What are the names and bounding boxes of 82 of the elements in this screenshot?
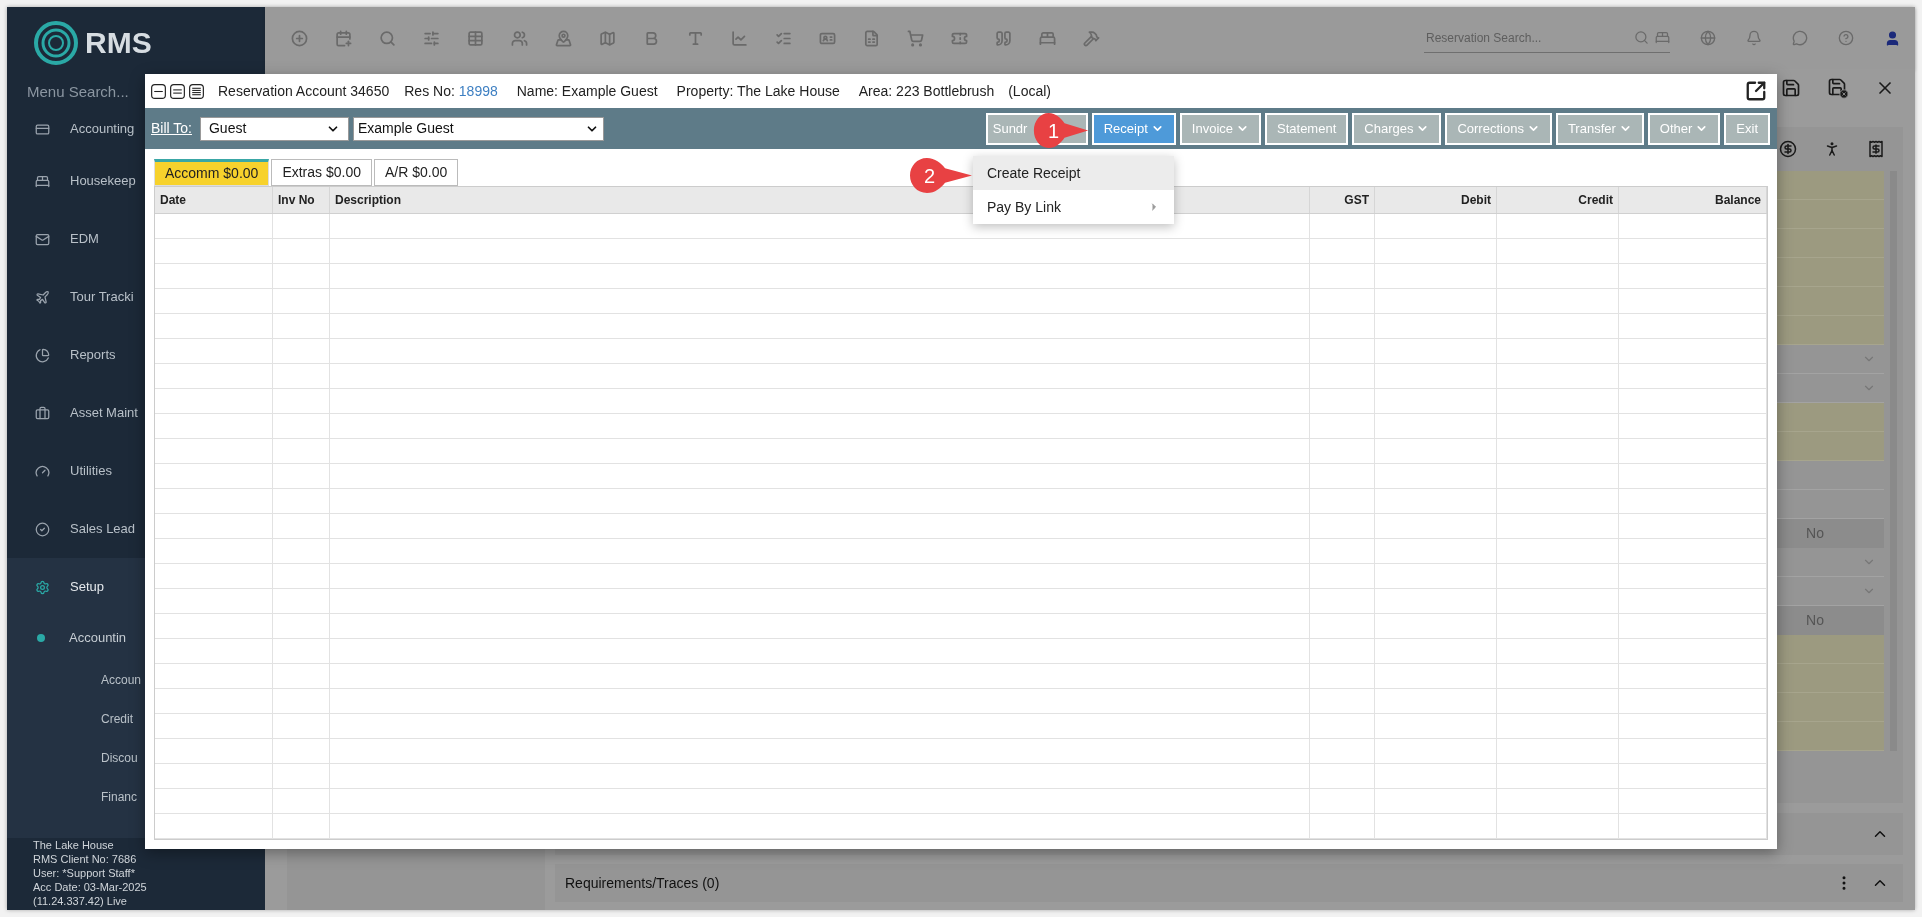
column-header: GST: [1310, 187, 1375, 213]
settings-icon: [35, 579, 50, 595]
type-icon[interactable]: [687, 29, 704, 47]
column-header: Debit: [1375, 187, 1497, 213]
chat-icon[interactable]: [1792, 30, 1808, 46]
bed-icon[interactable]: [1039, 29, 1056, 47]
mail-icon: [35, 231, 50, 247]
receipt-icon[interactable]: [1867, 140, 1885, 159]
logo-text: RMS: [85, 25, 152, 62]
reservation-search-field[interactable]: Reservation Search...: [1424, 23, 1670, 53]
window-icon[interactable]: [170, 83, 185, 99]
money-bag-icon[interactable]: [1779, 140, 1797, 159]
gauge-icon: [35, 463, 50, 479]
property-name: Property: The Lake House: [676, 81, 840, 101]
panel-title: Requirements/Traces (0): [565, 873, 721, 893]
help-icon[interactable]: [1838, 30, 1854, 46]
calendar-icon[interactable]: [335, 29, 352, 47]
column-header: Credit: [1497, 187, 1619, 213]
sidebar-subitem[interactable]: Accountin: [7, 616, 265, 660]
footer-text: (11.24.337.42) Live: [33, 894, 128, 908]
column-header: Date: [155, 187, 273, 213]
step-marker: 1: [1033, 112, 1089, 149]
window-icon[interactable]: [151, 83, 166, 99]
bold-icon[interactable]: [643, 29, 660, 47]
sidebar-item[interactable]: Asset Maint: [7, 384, 265, 442]
sidebar-item[interactable]: Setup: [7, 558, 265, 616]
cart-icon[interactable]: [907, 29, 924, 47]
scope-text: (Local): [1008, 81, 1051, 101]
user-icon[interactable]: [1884, 29, 1901, 47]
column-header: Balance: [1619, 187, 1767, 213]
map-pin-icon[interactable]: [555, 29, 572, 47]
area-name: Area: 223 Bottlebrush: [858, 81, 995, 101]
spreadsheet-icon[interactable]: [863, 29, 880, 47]
pie-chart-icon: [35, 347, 50, 363]
bed-icon[interactable]: [1655, 30, 1670, 45]
footer-text: User: *Support Staff*: [33, 866, 136, 880]
card-icon: [35, 121, 50, 137]
tab[interactable]: Accomm $0.00: [154, 159, 270, 186]
hammer-icon[interactable]: [1083, 29, 1100, 47]
line-chart-icon[interactable]: [731, 29, 748, 47]
footer-text: Acc Date: 03-Mar-2025: [33, 880, 148, 894]
quote-icon[interactable]: [995, 29, 1012, 47]
tab[interactable]: Extras $0.00: [271, 159, 372, 186]
footer-text: The Lake House: [33, 838, 115, 852]
sidebar-item[interactable]: Utilities: [7, 442, 265, 500]
tab[interactable]: A/R $0.00: [374, 159, 459, 186]
account-select[interactable]: Example Guest: [353, 116, 604, 141]
bill-to-link[interactable]: Bill To:: [151, 118, 192, 140]
save-icon[interactable]: [1781, 78, 1801, 99]
map-icon[interactable]: [599, 29, 616, 47]
step-marker: 2: [909, 157, 973, 194]
bed-icon: [35, 173, 50, 189]
grid-icon[interactable]: [467, 29, 484, 47]
sliders-icon[interactable]: [423, 29, 440, 47]
footer-text: RMS Client No: 7686: [33, 852, 138, 866]
res-no-label: Res No:: [404, 81, 455, 101]
sidebar-item[interactable]: Reports: [7, 326, 265, 384]
users-icon[interactable]: [511, 29, 528, 47]
sidebar-item[interactable]: Tour Tracki: [7, 268, 265, 326]
menu-item[interactable]: Create Receipt: [973, 156, 1174, 190]
logo-icon: [33, 19, 79, 66]
window-title: Reservation Account 34650: [218, 81, 390, 101]
bill-type-select[interactable]: Guest: [200, 116, 349, 141]
save-close-icon[interactable]: [1827, 77, 1849, 100]
bell-icon[interactable]: [1746, 30, 1762, 46]
guest-name: Name: Example Guest: [516, 81, 658, 101]
sidebar-item[interactable]: EDM: [7, 210, 265, 268]
search-icon[interactable]: [1634, 30, 1649, 45]
add-icon[interactable]: [291, 29, 308, 47]
sidebar-item[interactable]: Sales Lead: [7, 500, 265, 558]
bullet-icon: [37, 634, 45, 642]
res-no-link[interactable]: 18998: [458, 80, 498, 102]
briefcase-icon: [35, 405, 50, 421]
search-icon[interactable]: [379, 29, 396, 47]
popout-icon[interactable]: [1745, 80, 1767, 103]
check-circle-icon: [35, 521, 50, 537]
globe-icon[interactable]: [1700, 30, 1716, 46]
search-input[interactable]: Reservation Search...: [1426, 28, 1628, 47]
plane-icon: [35, 289, 50, 305]
menu-item[interactable]: Pay By Link: [973, 190, 1174, 224]
window-icon[interactable]: [189, 83, 204, 99]
column-header: Inv No: [273, 187, 330, 213]
